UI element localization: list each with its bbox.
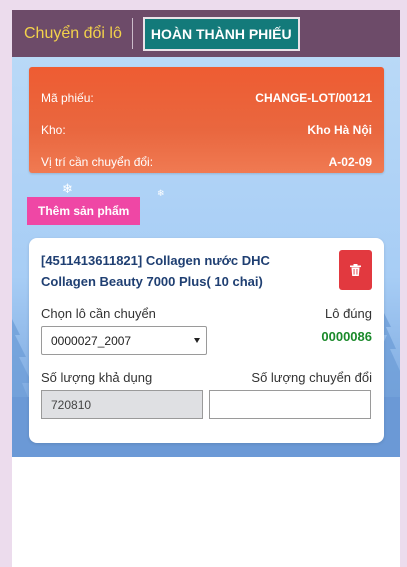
trash-icon: [350, 264, 361, 276]
caret-down-icon: [194, 338, 200, 343]
location-label: Vị trí cần chuyển đổi:: [41, 155, 154, 169]
ticket-label: Mã phiếu:: [41, 91, 94, 105]
top-bar: Chuyển đổi lô HOÀN THÀNH PHIẾU: [12, 10, 400, 57]
convert-qty-input[interactable]: [209, 390, 371, 419]
warehouse-row: Kho: Kho Hà Nội: [41, 123, 372, 137]
content-area: ❄ ❄ Mã phiếu: CHANGE-LOT/00121 Kho: Kho …: [12, 57, 400, 457]
snowflake-icon: ❄: [62, 181, 73, 196]
location-value: A-02-09: [328, 155, 372, 169]
warehouse-label: Kho:: [41, 123, 66, 137]
lot-select[interactable]: 0000027_2007: [41, 326, 207, 355]
ticket-value: CHANGE-LOT/00121: [255, 91, 372, 105]
snowflake-icon: ❄: [157, 188, 165, 198]
complete-ticket-button[interactable]: HOÀN THÀNH PHIẾU: [142, 16, 300, 51]
page-title: Chuyển đổi lô: [24, 24, 122, 42]
convert-qty-label: Số lượng chuyển đổi: [251, 370, 372, 385]
correct-lot-value: 0000086: [321, 329, 372, 344]
delete-product-button[interactable]: [339, 250, 372, 290]
correct-lot-label: Lô đúng: [325, 306, 372, 321]
product-card: [4511413611821] Collagen nước DHC Collag…: [29, 238, 384, 443]
app-frame: Chuyển đổi lô HOÀN THÀNH PHIẾU ❄ ❄ Mã ph…: [12, 10, 400, 567]
ticket-row: Mã phiếu: CHANGE-LOT/00121: [41, 91, 372, 105]
available-qty-label: Số lượng khả dụng: [41, 370, 153, 385]
warehouse-value: Kho Hà Nội: [307, 123, 372, 137]
ticket-info-card: Mã phiếu: CHANGE-LOT/00121 Kho: Kho Hà N…: [29, 67, 384, 173]
title-divider: [131, 18, 133, 49]
location-row: Vị trí cần chuyển đổi: A-02-09: [41, 155, 372, 169]
product-name: [4511413611821] Collagen nước DHC Collag…: [41, 253, 270, 289]
add-product-button[interactable]: Thêm sản phẩm: [27, 197, 141, 225]
available-qty-field: 720810: [41, 390, 203, 419]
choose-lot-label: Chọn lô cần chuyển: [41, 306, 156, 321]
lot-select-value: 0000027_2007: [51, 333, 132, 348]
